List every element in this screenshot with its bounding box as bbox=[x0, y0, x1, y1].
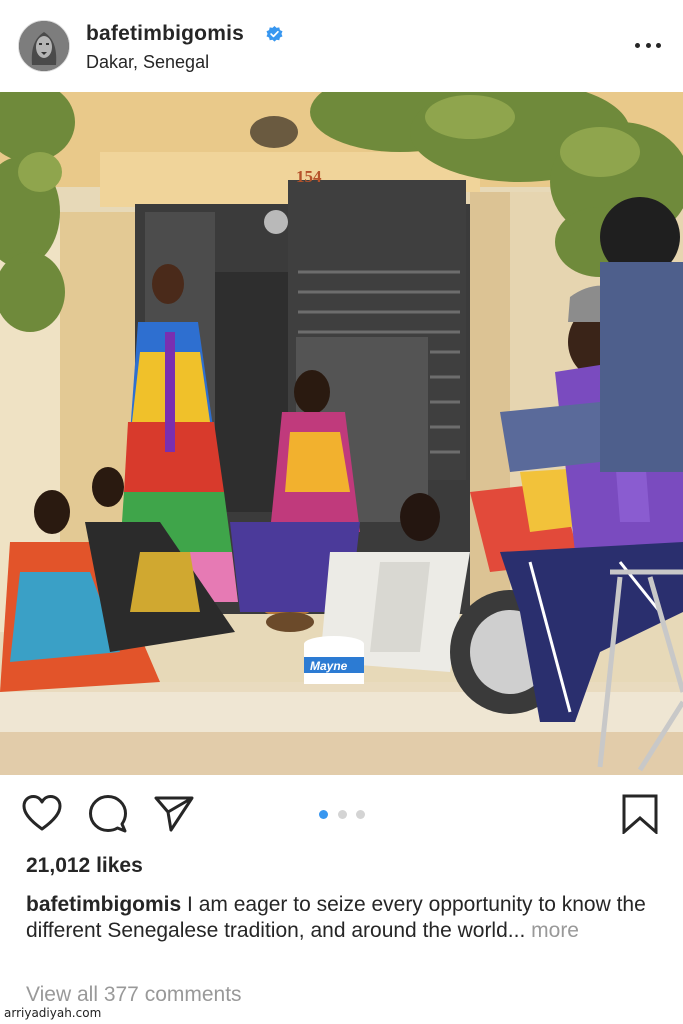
bookmark-icon[interactable] bbox=[620, 794, 660, 834]
carousel-indicator bbox=[319, 809, 365, 819]
post-photo[interactable]: 154 Mayne bbox=[0, 92, 683, 775]
caption-username[interactable]: bafetimbigomis bbox=[26, 893, 181, 916]
post-actions bbox=[0, 780, 683, 850]
verified-badge-icon bbox=[266, 26, 283, 42]
photo-illustration: 154 Mayne bbox=[0, 92, 683, 775]
watermark: arriyadiyah.com bbox=[4, 1006, 102, 1020]
carousel-dot bbox=[356, 809, 365, 819]
heart-icon[interactable] bbox=[22, 794, 62, 834]
more-options-icon[interactable] bbox=[635, 36, 661, 54]
lion-avatar-icon bbox=[19, 21, 69, 71]
comment-icon[interactable] bbox=[88, 794, 128, 834]
house-number: 154 bbox=[296, 167, 322, 186]
post-location[interactable]: Dakar, Senegal bbox=[86, 52, 209, 73]
post-caption: bafetimbigomis I am eager to seize every… bbox=[26, 892, 656, 944]
carousel-dot bbox=[337, 809, 347, 819]
view-all-comments-link[interactable]: View all 377 comments bbox=[26, 983, 242, 1007]
profile-avatar[interactable] bbox=[18, 20, 70, 72]
likes-count[interactable]: 21,012 likes bbox=[26, 854, 143, 878]
carousel-dot-active bbox=[319, 809, 328, 819]
tub-label: Mayne bbox=[310, 659, 348, 673]
post-header: bafetimbigomis Dakar, Senegal bbox=[0, 0, 683, 92]
caption-more-link[interactable]: more bbox=[531, 919, 579, 942]
send-icon[interactable] bbox=[154, 794, 194, 834]
post-username[interactable]: bafetimbigomis bbox=[86, 22, 244, 46]
